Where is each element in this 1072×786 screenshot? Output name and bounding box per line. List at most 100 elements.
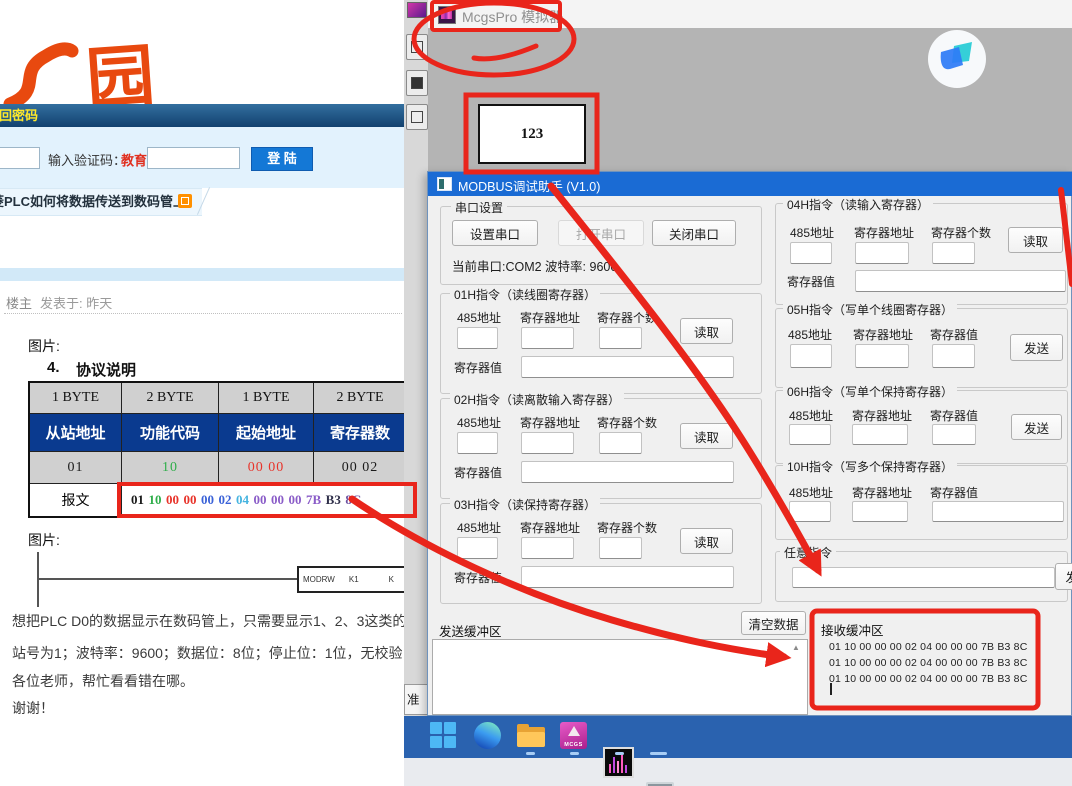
03h-value-input[interactable] <box>521 566 734 588</box>
10h-field-label-1: 485地址 <box>789 484 833 501</box>
thread-share-icon[interactable] <box>178 194 192 208</box>
hex-token: 00 <box>271 492 284 508</box>
02h-read-button[interactable]: 读取 <box>680 423 733 449</box>
01h-value-input[interactable] <box>521 356 734 378</box>
04h-value-input[interactable] <box>855 270 1066 292</box>
06h-input-3[interactable] <box>932 424 976 445</box>
receive-buffer-label: 接收缓冲区 <box>821 620 884 639</box>
03h-read-button[interactable]: 读取 <box>680 528 733 554</box>
forum-navbar: 找回密码 <box>0 104 404 128</box>
thread-title-link[interactable]: 菱PLC如何将数据传送到数码管上 <box>0 189 202 215</box>
hex-token: 01 <box>131 492 144 508</box>
01h-input-3[interactable] <box>599 327 642 349</box>
05h-field-label-3: 寄存器值 <box>930 326 978 343</box>
04h-input-1[interactable] <box>790 242 832 264</box>
10h-field-label-3: 寄存器值 <box>930 484 978 501</box>
05h-input-1[interactable] <box>790 344 832 368</box>
05h-send-button[interactable]: 发送 <box>1010 334 1063 361</box>
username-field[interactable] <box>0 147 40 169</box>
03h-input-2[interactable] <box>521 537 574 559</box>
05h-input-3[interactable] <box>932 344 975 368</box>
desktop-strip <box>404 758 1072 786</box>
mcgs-app-icon <box>438 6 456 24</box>
01h-input-1[interactable] <box>457 327 498 349</box>
01h-field-label-2: 寄存器地址 <box>520 309 580 326</box>
taskbar <box>404 716 1072 758</box>
start-button-icon[interactable] <box>430 722 456 748</box>
captcha-label: 输入验证码： <box>48 150 126 169</box>
03h-input-1[interactable] <box>457 537 498 559</box>
open-serial-button[interactable]: 打开串口 <box>558 220 644 246</box>
mcgs-toolbar-icon-1[interactable] <box>406 34 428 60</box>
receive-line-1: 01 10 00 00 00 02 04 00 00 00 7B B3 8C <box>829 641 1028 653</box>
send-buffer-textarea[interactable] <box>432 639 808 715</box>
02h-input-3[interactable] <box>599 432 642 454</box>
02h-input-1[interactable] <box>457 432 498 454</box>
02h-input-2[interactable] <box>521 432 574 454</box>
table-cell: 寄存器数 <box>314 414 406 452</box>
02h-group-title: 02H指令（读离散输入寄存器） <box>450 391 624 408</box>
post-time: 发表于: 昨天 <box>40 293 112 312</box>
section-number: 4. <box>47 359 60 376</box>
any-input-1[interactable] <box>792 567 1055 588</box>
section-title: 协议说明 <box>76 359 136 380</box>
table-cell: 00 00 <box>219 452 314 484</box>
01h-input-2[interactable] <box>521 327 574 349</box>
06h-input-1[interactable] <box>789 424 831 445</box>
06h-field-label-1: 485地址 <box>789 407 833 424</box>
edge-browser-icon[interactable] <box>474 722 501 749</box>
04h-input-2[interactable] <box>855 242 909 264</box>
hex-token: 10 <box>149 492 162 508</box>
serial-status-text: 当前串口:COM2 波特率: 9600 <box>452 256 617 275</box>
table-cell: 1 BYTE <box>30 383 122 414</box>
06h-input-2[interactable] <box>852 424 908 445</box>
captcha-input[interactable] <box>147 147 240 169</box>
01h-group-title: 01H指令（读线圈寄存器） <box>450 286 600 303</box>
message-label-cell: 报文 <box>30 484 122 516</box>
login-button[interactable]: 登 陆 <box>251 147 313 171</box>
table-cell: 00 02 <box>314 452 406 484</box>
04h-read-button[interactable]: 读取 <box>1008 227 1063 253</box>
05h-input-2[interactable] <box>855 344 909 368</box>
mcgs-taskbar-icon[interactable]: MCGS <box>560 722 587 749</box>
05h-group-title: 05H指令（写单个线圈寄存器） <box>783 301 957 318</box>
mcgs-window-title: McgsPro 模拟器 <box>462 7 563 27</box>
todesk-watermark <box>928 30 986 88</box>
mcgs-toolbar-strip <box>404 0 429 716</box>
navbar-find-password-link[interactable]: 找回密码 <box>0 104 404 127</box>
04h-field-label-3: 寄存器个数 <box>931 224 991 241</box>
03h-input-3[interactable] <box>599 537 642 559</box>
04h-input-3[interactable] <box>932 242 975 264</box>
receive-line-3: 01 10 00 00 00 02 04 00 00 00 7B B3 8C <box>829 673 1028 685</box>
03h-field-label-1: 485地址 <box>457 519 501 536</box>
10h-input-2[interactable] <box>852 501 908 522</box>
02h-value-input[interactable] <box>521 461 734 483</box>
01h-field-label-1: 485地址 <box>457 309 501 326</box>
01h-read-button[interactable]: 读取 <box>680 318 733 344</box>
table-cell: 1 BYTE <box>219 383 314 414</box>
03h-field-label-2: 寄存器地址 <box>520 519 580 536</box>
06h-send-button[interactable]: 发送 <box>1011 414 1062 440</box>
captcha-text: 教育 <box>121 150 147 169</box>
close-serial-button[interactable]: 关闭串口 <box>652 220 736 246</box>
clear-data-button[interactable]: 清空数据 <box>741 611 806 635</box>
serial-group-title: 串口设置 <box>451 199 507 216</box>
set-serial-button[interactable]: 设置串口 <box>452 220 538 246</box>
modbus-taskbar-icon[interactable] <box>646 782 674 786</box>
mcgs-toolbar-icon-3[interactable] <box>406 104 428 130</box>
mcgs-toolbar-icon-2[interactable] <box>406 70 428 96</box>
10h-input-3[interactable] <box>932 501 1064 522</box>
04h-field-label-2: 寄存器地址 <box>854 224 914 241</box>
any-send-button[interactable]: 发送 <box>1055 563 1072 590</box>
protocol-table: 1 BYTE2 BYTE1 BYTE2 BYTE 从站地址功能代码起始地址寄存器… <box>28 381 408 518</box>
table-cell: 01 <box>30 452 122 484</box>
scrollbar-up-icon[interactable]: ▲ <box>792 643 800 652</box>
file-explorer-icon[interactable] <box>517 724 545 748</box>
post-author: 楼主 <box>6 293 32 312</box>
post-paragraph-4: 谢谢！ <box>12 698 406 718</box>
02h-field-label-3: 寄存器个数 <box>597 414 657 431</box>
text-caret <box>830 683 832 695</box>
04h-value-label: 寄存器值 <box>787 273 835 290</box>
10h-input-1[interactable] <box>789 501 831 522</box>
table-cell: 从站地址 <box>30 414 122 452</box>
